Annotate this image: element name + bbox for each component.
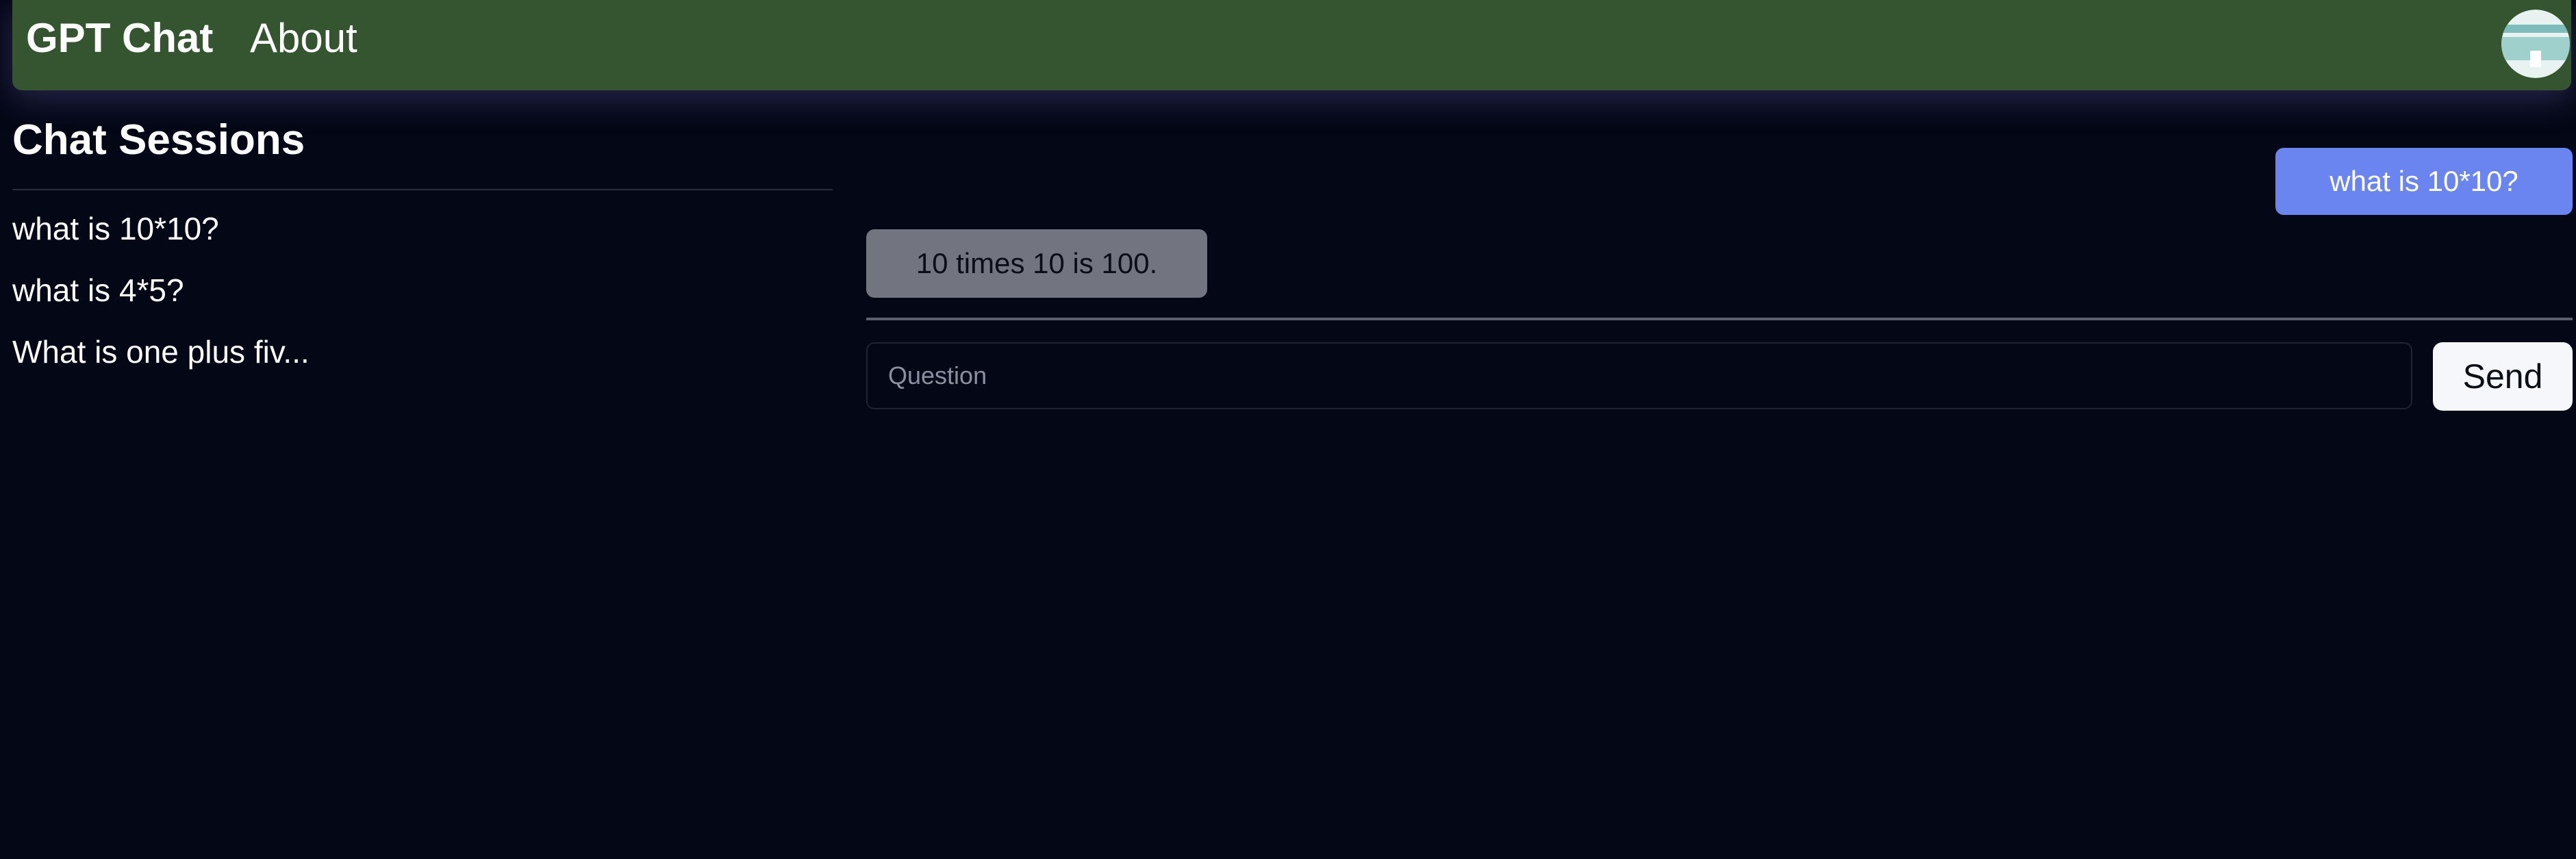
avatar-icon[interactable] bbox=[2501, 10, 2570, 78]
session-item[interactable]: what is 4*5? bbox=[12, 270, 833, 311]
session-list: what is 10*10? what is 4*5? What is one … bbox=[12, 208, 833, 372]
assistant-message-bubble: 10 times 10 is 100. bbox=[866, 229, 1207, 298]
send-button[interactable]: Send bbox=[2433, 342, 2573, 411]
avatar-image bbox=[2501, 10, 2570, 78]
question-input[interactable] bbox=[866, 342, 2412, 409]
top-navbar: GPT Chat About bbox=[12, 0, 2571, 90]
session-item[interactable]: What is one plus fiv... bbox=[12, 331, 833, 372]
session-item[interactable]: what is 10*10? bbox=[12, 208, 833, 249]
about-link[interactable]: About bbox=[250, 10, 357, 67]
sidebar-title: Chat Sessions bbox=[12, 116, 305, 164]
user-message-bubble: what is 10*10? bbox=[2275, 148, 2573, 215]
brand-link[interactable]: GPT Chat bbox=[26, 10, 213, 67]
chat-sessions-sidebar: Chat Sessions what is 10*10? what is 4*5… bbox=[12, 103, 833, 393]
sidebar-divider bbox=[12, 189, 833, 190]
chat-divider bbox=[866, 318, 2573, 320]
app-page: GPT Chat About Chat Sessions what is 10*… bbox=[0, 0, 2576, 859]
